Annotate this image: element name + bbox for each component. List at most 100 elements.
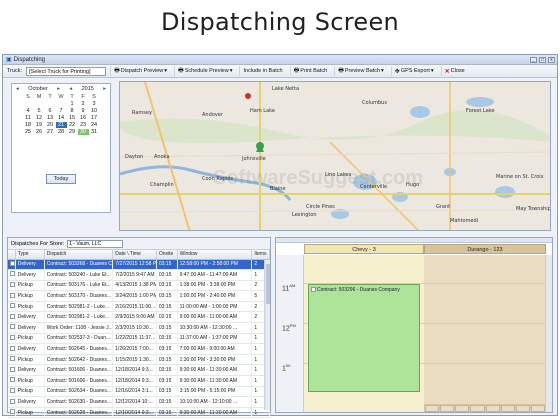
cell-dispatch: Contract: 502981-2 - Luke... <box>44 311 114 324</box>
calendar-day[interactable]: 13 <box>45 115 56 121</box>
calendar-day[interactable]: 8 <box>67 108 78 114</box>
row-checkbox[interactable] <box>10 366 15 372</box>
calendar-day[interactable]: 20 <box>45 122 56 128</box>
map-view[interactable]: Ramsey Andover Ham Lake Lake Netta Colum… <box>119 81 551 231</box>
calendar-day[interactable]: 10 <box>89 108 100 114</box>
truck-select[interactable]: [Select Truck for Printing] <box>26 66 107 76</box>
calendar-month[interactable]: October <box>28 86 48 92</box>
calendar-day[interactable]: 25 <box>23 129 34 135</box>
table-row[interactable]: Delivery Contract: 501606 - Duanes... 12/1… <box>8 364 270 377</box>
calendar-year[interactable]: 2015 <box>82 86 94 92</box>
calendar-day[interactable]: 6 <box>45 108 56 114</box>
gps-export-button[interactable]: ✥ GPS Export ▾ <box>390 66 437 76</box>
calendar-day[interactable]: 11 <box>23 115 34 121</box>
row-checkbox[interactable] <box>10 292 15 298</box>
include-in-batch-button[interactable]: Include in Batch <box>239 66 285 76</box>
table-row[interactable]: Pickup Contract: 503170 - Duanes... 3/24/2… <box>8 290 270 302</box>
preview-batch-label: Preview Batch <box>344 68 381 74</box>
calendar-day[interactable]: 14 <box>56 115 67 121</box>
table-row[interactable]: Pickup Contract: 501606 - Duanes... 12/18/… <box>8 375 270 387</box>
table-row[interactable]: Delivery Work Order: 1108 - Jessie J... 2/… <box>8 322 270 334</box>
minimize-button[interactable]: _ <box>530 56 537 63</box>
col-header-window[interactable]: Window <box>177 250 253 260</box>
calendar-day[interactable]: 15 <box>67 115 78 121</box>
close-window-button[interactable]: x <box>548 56 555 63</box>
calendar-day[interactable]: 2 <box>78 101 89 107</box>
table-row[interactable]: Pickup Contract: 502537-3 - Duan... 1/22/2… <box>8 333 270 345</box>
calendar-day[interactable]: 12 <box>34 115 45 121</box>
row-checkbox[interactable] <box>10 281 15 287</box>
preview-batch-button[interactable]: 🖶 Preview Batch ▾ <box>334 66 387 76</box>
row-checkbox[interactable] <box>10 313 15 319</box>
row-checkbox[interactable] <box>10 356 15 362</box>
row-checkbox-cell <box>8 375 16 387</box>
calendar-day[interactable]: 17 <box>89 115 100 121</box>
calendar-day[interactable]: 31 <box>89 129 100 135</box>
calendar-day[interactable]: 26 <box>34 129 45 135</box>
schedule-column-durango[interactable]: Durango - 123 <box>424 244 546 254</box>
row-checkbox[interactable] <box>10 260 15 266</box>
map-canvas: Ramsey Andover Ham Lake Lake Netta Colum… <box>120 82 550 230</box>
calendar-day[interactable]: 7 <box>56 108 67 114</box>
calendar-day[interactable]: 18 <box>23 122 34 128</box>
table-row[interactable]: Delivery Contract: 503240 - Luke Et... 7/2… <box>8 269 270 281</box>
store-select[interactable]: 1 - Vaum, LLC <box>67 239 124 248</box>
calendar-day[interactable]: 23 <box>78 122 89 128</box>
appointment-block[interactable]: Contract: 503296 - Duanes Company <box>308 284 420 392</box>
table-row[interactable]: Pickup Contract: 502634 - Duanes... 12/16/… <box>8 386 270 398</box>
calendar-day[interactable]: 9 <box>78 108 89 114</box>
row-checkbox[interactable] <box>10 377 15 383</box>
maximize-button[interactable]: □ <box>539 56 546 63</box>
slot <box>515 405 530 412</box>
col-header-type[interactable]: Type <box>15 250 45 260</box>
calendar-day[interactable]: 5 <box>34 108 45 114</box>
next-month-icon[interactable]: ▸ <box>57 86 60 92</box>
col-header-items[interactable]: Items <box>251 250 270 260</box>
row-checkbox[interactable] <box>10 334 15 340</box>
calendar-day[interactable]: 22 <box>67 122 78 128</box>
next-year-icon[interactable]: ▸ <box>103 86 106 92</box>
calendar-day[interactable]: 19 <box>34 122 45 128</box>
calendar-day[interactable]: 1 <box>67 101 78 107</box>
table-row[interactable]: Pickup Contract: 502642 - Duanes... 1/15/2… <box>8 354 270 366</box>
col-header-select[interactable] <box>8 250 16 260</box>
schedule-column-chevy[interactable]: Chevy - 3 <box>304 244 424 254</box>
table-row[interactable]: Pickup Contract: 502981-2 - Luke... 2/16/2… <box>8 301 270 313</box>
row-checkbox[interactable] <box>10 324 15 330</box>
dispatch-scrollbar[interactable] <box>264 260 270 410</box>
table-row[interactable]: Delivery Contract: 502645 - Duanes... 1/26… <box>8 343 270 355</box>
row-checkbox[interactable] <box>10 271 15 277</box>
prev-year-icon[interactable]: ◂ <box>69 86 72 92</box>
row-checkbox[interactable] <box>10 387 15 393</box>
table-row[interactable]: Delivery Contract: 502981-2 - Luke... 2/9/… <box>8 311 270 324</box>
col-header-dispatch[interactable]: Dispatch <box>44 250 114 260</box>
calendar-day[interactable]: 3 <box>89 101 100 107</box>
prev-month-icon[interactable]: ◂ <box>16 86 19 92</box>
calendar-day[interactable]: 24 <box>89 122 100 128</box>
row-checkbox[interactable] <box>10 409 15 415</box>
calendar-day[interactable]: 30 <box>77 129 89 135</box>
close-button[interactable]: ✕ Close <box>440 66 468 76</box>
schedule-preview-button[interactable]: 🖶 Schedule Preview ▾ <box>174 66 235 76</box>
scroll-thumb[interactable] <box>266 264 270 304</box>
col-header-datetime[interactable]: Date \ Time <box>112 250 157 260</box>
table-row[interactable]: Pickup Contract: 502628 - Duanes... 12/10/… <box>8 407 270 419</box>
calendar-day[interactable]: 16 <box>78 115 89 121</box>
schedule-scrollbar[interactable] <box>545 255 552 412</box>
table-row[interactable]: Delivery Contract: 502630 - Duanes... 12/1… <box>8 396 270 408</box>
row-checkbox[interactable] <box>10 398 15 404</box>
table-row[interactable]: Delivery Contract: 503268 - Duanes Co... 7… <box>8 259 270 271</box>
col-header-onsite[interactable]: Onsite <box>156 250 178 260</box>
row-checkbox[interactable] <box>10 303 15 309</box>
durango-lane[interactable] <box>424 255 546 412</box>
calendar-day[interactable]: 27 <box>45 129 56 135</box>
calendar-day[interactable]: 28 <box>56 129 67 135</box>
dispatch-preview-button[interactable]: 🖶 Dispatch Preview ▾ <box>110 66 170 76</box>
table-row[interactable]: Pickup Contract: 503176 - Luke Et... 4/13/… <box>8 280 270 292</box>
calendar-day[interactable]: 29 <box>67 129 78 135</box>
print-batch-button[interactable]: 🖶 Print Batch <box>289 66 331 76</box>
row-checkbox[interactable] <box>10 345 15 351</box>
calendar-day[interactable]: 21 <box>55 122 67 128</box>
today-button[interactable]: Today <box>46 174 76 184</box>
calendar-day[interactable]: 4 <box>23 108 34 114</box>
